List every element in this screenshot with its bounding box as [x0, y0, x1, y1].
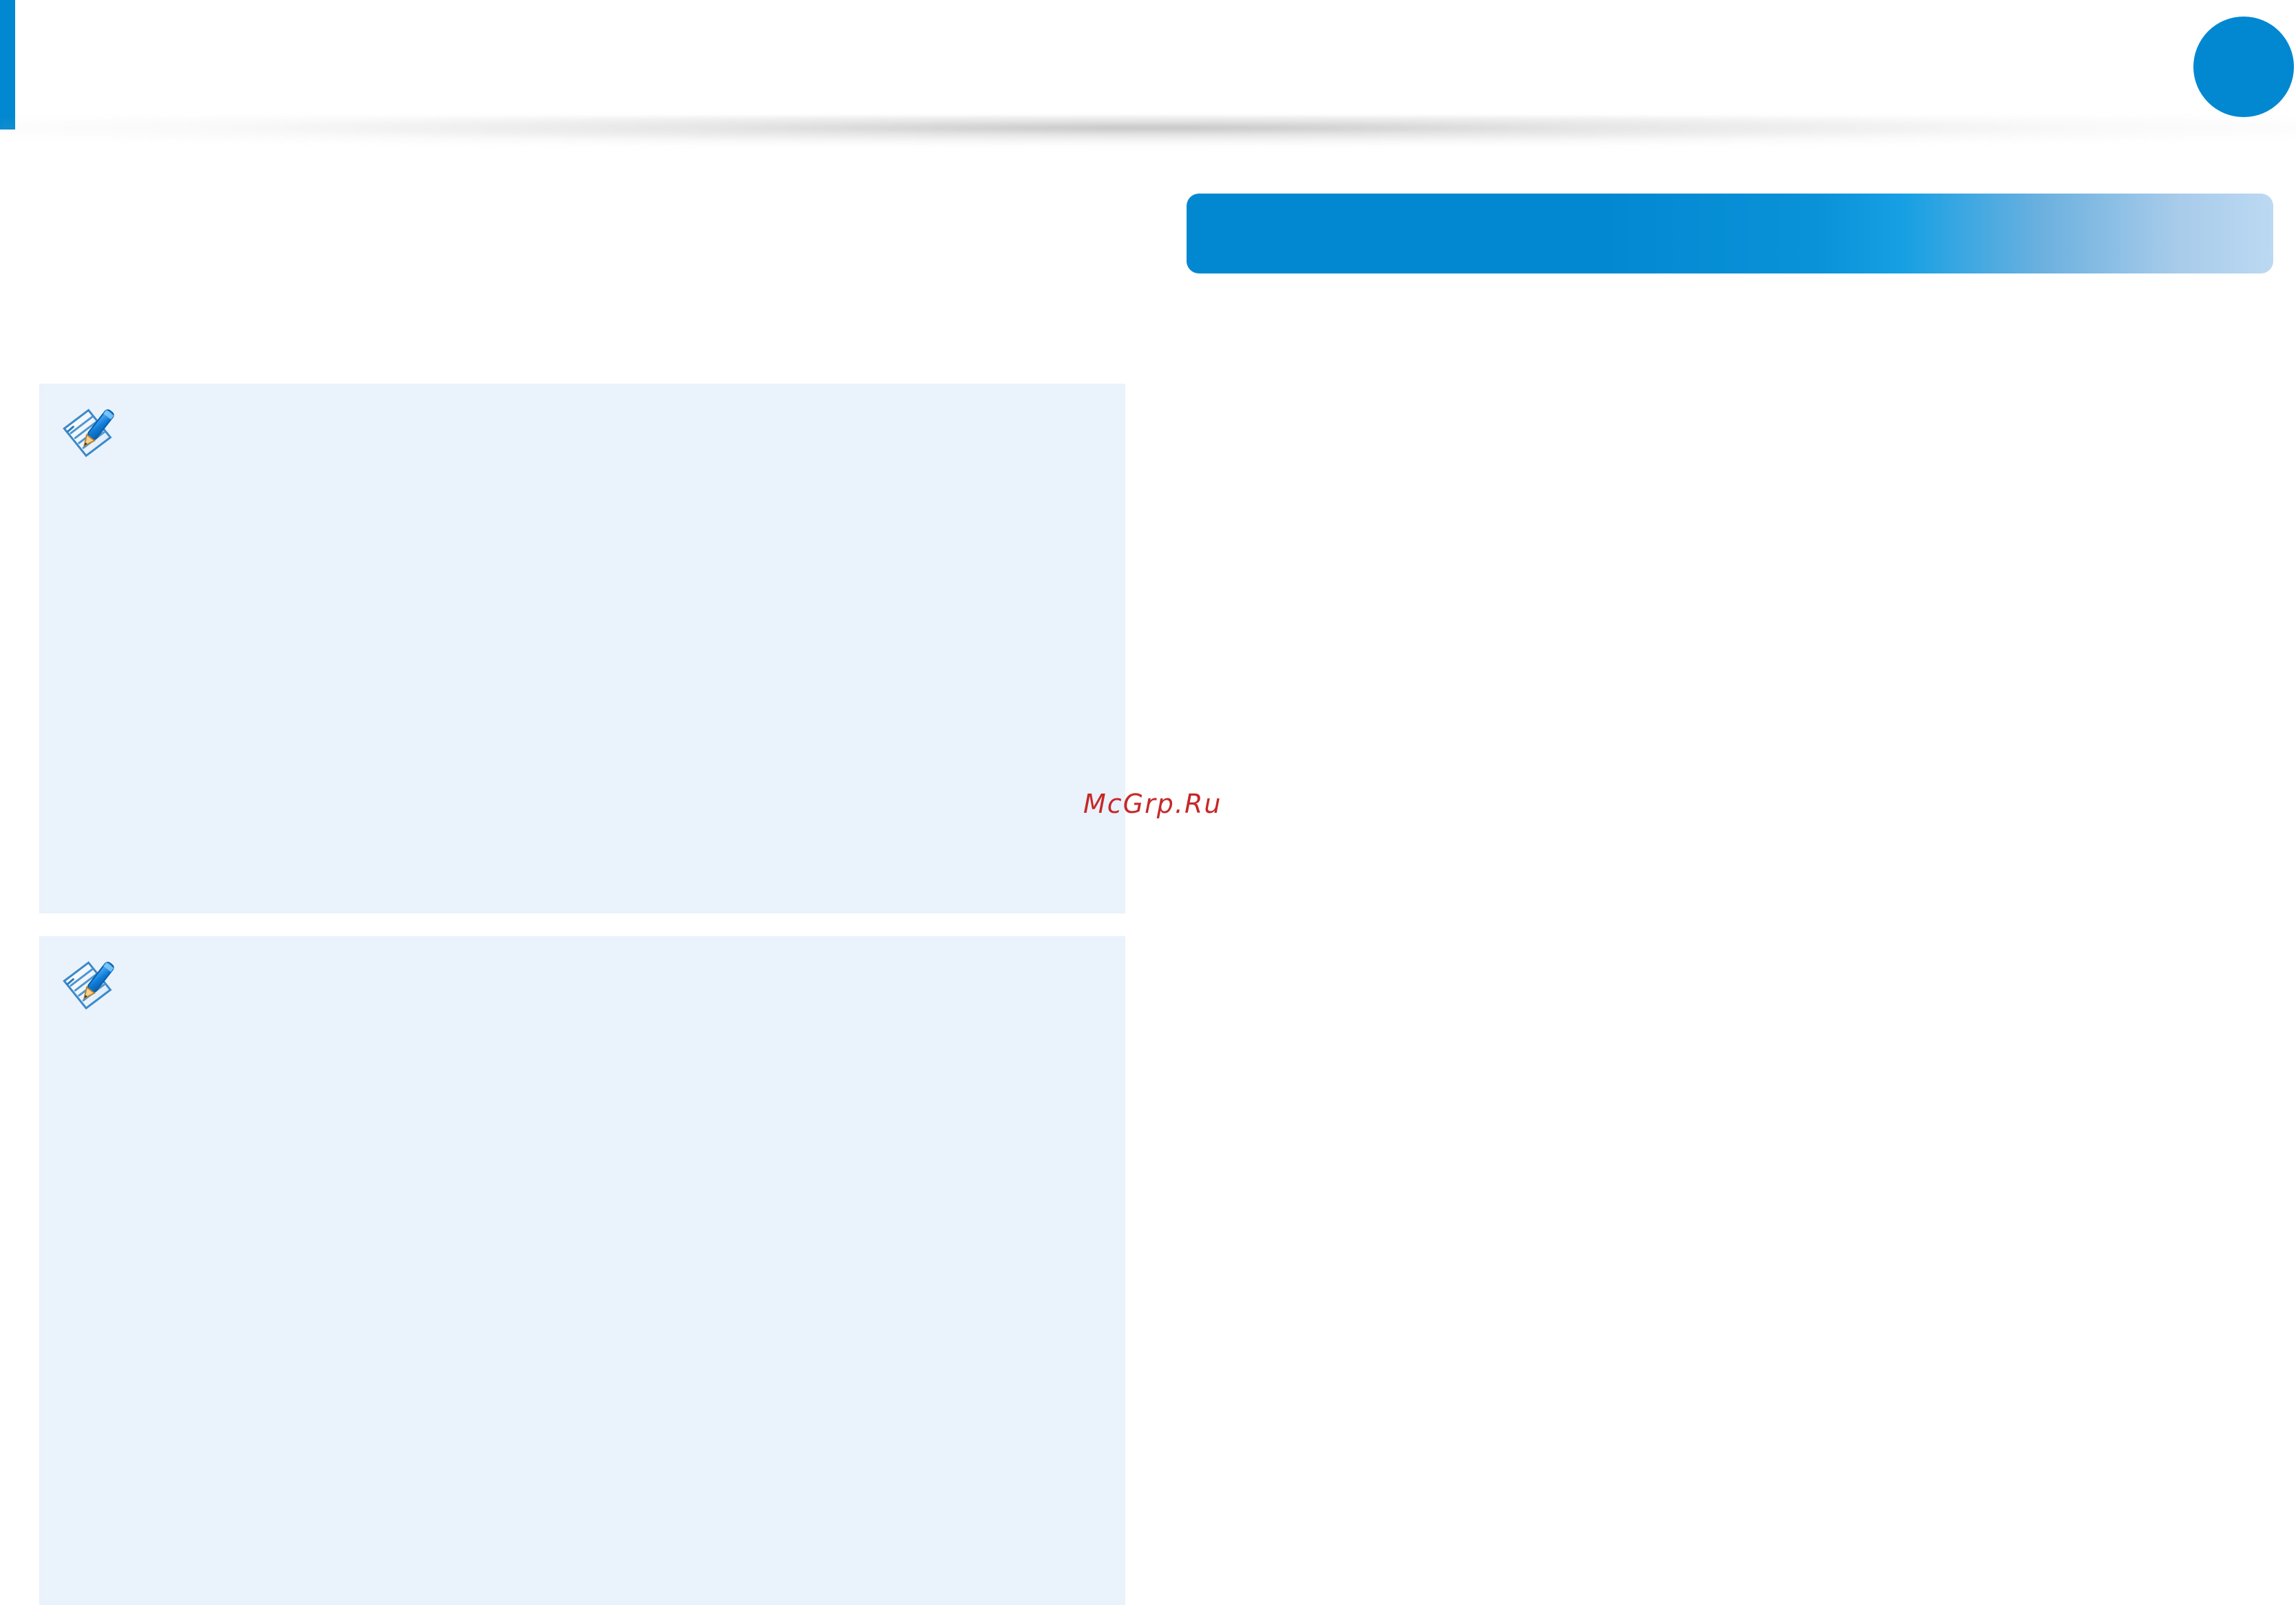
- note-box: [39, 936, 1125, 1605]
- page-header: [0, 0, 2296, 130]
- header-accent-bar: [0, 0, 15, 130]
- note-box: [39, 384, 1125, 913]
- page-indicator-dot: [2193, 17, 2294, 117]
- manual-page: McGrp.Ru: [0, 0, 2296, 1605]
- section-heading-bar: [1187, 194, 2273, 273]
- note-pencil-icon: [54, 953, 121, 1019]
- note-pencil-icon: [54, 400, 121, 466]
- watermark-text: McGrp.Ru: [1083, 789, 1222, 819]
